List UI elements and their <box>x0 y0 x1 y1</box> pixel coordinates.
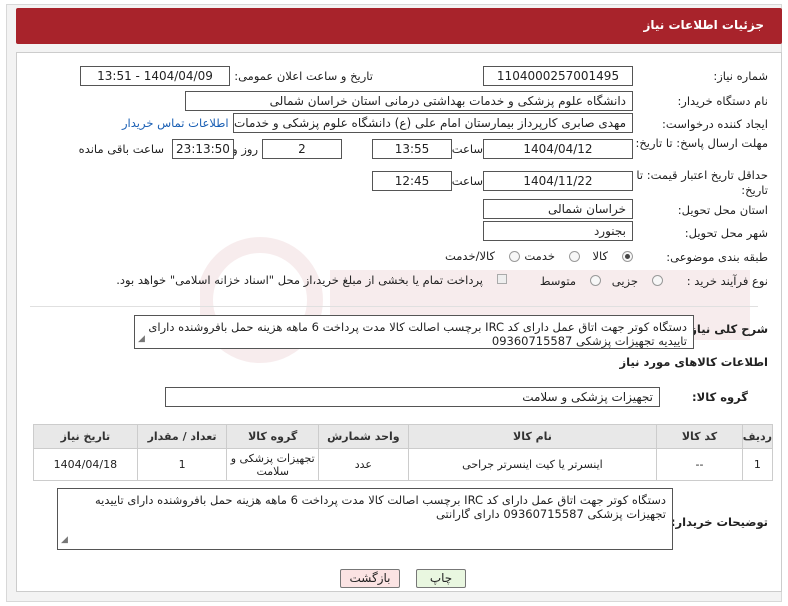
province-field: خراسان شمالی <box>483 199 633 219</box>
page-header: جزئیات اطلاعات نیاز <box>16 8 782 44</box>
requester-label: ایجاد کننده درخواست: <box>662 117 768 131</box>
buyer-org-label: نام دستگاه خریدار: <box>677 94 768 108</box>
description-label: شرح کلی نیاز: <box>685 322 768 336</box>
category-service-label: خدمت <box>524 249 555 263</box>
goods-table: ردیف کد کالا نام کالا واحد شمارش گروه کا… <box>33 424 774 481</box>
cell-name: اینسرتر یا کیت اینسرتر جراحی <box>407 448 658 481</box>
need-number-field: 1104000257001495 <box>483 66 633 86</box>
process-label: نوع فرآیند خرید : <box>686 274 768 288</box>
col-unit: واحد شمارش <box>318 424 409 449</box>
cell-code: -- <box>656 448 743 481</box>
category-both-radio[interactable] <box>509 251 520 262</box>
description-textarea[interactable]: دستگاه کوتر جهت اتاق عمل دارای کد IRC بر… <box>134 315 694 349</box>
price-time-label: ساعت <box>451 174 483 188</box>
col-row: ردیف <box>741 424 774 449</box>
days-remaining-field: 2 <box>262 139 342 159</box>
category-both-label: کالا/خدمت <box>444 249 495 263</box>
col-name: نام کالا <box>407 424 658 449</box>
col-quantity: تعداد / مقدار <box>136 424 228 449</box>
description-text: دستگاه کوتر جهت اتاق عمل دارای کد IRC بر… <box>148 320 687 348</box>
col-group: گروه کالا <box>226 424 319 449</box>
category-service-radio[interactable] <box>569 251 580 262</box>
buyer-notes-text: دستگاه کوتر جهت اتاق عمل دارای کد IRC بر… <box>94 493 666 521</box>
announce-label: تاریخ و ساعت اعلان عمومی: <box>234 69 373 83</box>
category-goods-label: کالا <box>592 249 608 263</box>
divider <box>30 306 758 307</box>
cell-quantity: 1 <box>136 448 228 481</box>
back-button[interactable]: بازگشت <box>340 569 400 588</box>
table-header-row: ردیف کد کالا نام کالا واحد شمارش گروه کا… <box>33 424 774 449</box>
remaining-label: ساعت باقی مانده <box>78 142 164 156</box>
process-medium-radio[interactable] <box>590 275 601 286</box>
buyer-contact-link[interactable]: اطلاعات تماس خریدار <box>122 116 229 130</box>
table-row: 1 -- اینسرتر یا کیت اینسرتر جراحی عدد تج… <box>33 448 774 481</box>
city-label: شهر محل تحویل: <box>684 226 768 240</box>
deadline-date-field: 1404/04/12 <box>483 139 633 159</box>
print-button[interactable]: چاپ <box>416 569 466 588</box>
cell-need-date: 1404/04/18 <box>33 448 138 481</box>
process-minor-radio[interactable] <box>652 275 663 286</box>
resize-grip-icon[interactable]: ◢ <box>138 332 145 346</box>
buyer-org-field: دانشگاه علوم پزشکی و خدمات بهداشتی درمان… <box>185 91 633 111</box>
treasury-payment-checkbox[interactable] <box>497 274 507 284</box>
buyer-notes-label: توضیحات خریدار: <box>670 515 768 529</box>
price-validity-label: حداقل تاریخ اعتبار قیمت: تا تاریخ: <box>636 168 768 197</box>
process-minor-label: جزیی <box>611 274 638 288</box>
price-date-field: 1404/11/22 <box>483 171 633 191</box>
goods-info-title: اطلاعات کالاهای مورد نیاز <box>619 355 768 369</box>
process-medium-label: متوسط <box>539 274 576 288</box>
cell-unit: عدد <box>318 448 409 481</box>
requester-field: مهدی صابری کارپرداز بیمارستان امام علی (… <box>233 113 633 133</box>
goods-group-label: گروه کالا: <box>692 390 748 404</box>
resize-grip-icon[interactable]: ◢ <box>61 533 68 547</box>
category-goods-radio[interactable] <box>622 251 633 262</box>
remaining-time-field: 23:13:50 <box>172 139 234 159</box>
city-field: بجنورد <box>483 221 633 241</box>
goods-group-field: تجهیزات پزشکی و سلامت <box>165 387 660 407</box>
cell-group: تجهیزات پزشکی و سلامت <box>226 448 319 481</box>
buyer-notes-textarea[interactable]: دستگاه کوتر جهت اتاق عمل دارای کد IRC بر… <box>57 488 673 550</box>
col-code: کد کالا <box>656 424 743 449</box>
need-number-label: شماره نیاز: <box>713 69 768 83</box>
deadline-time-field: 13:55 <box>372 139 452 159</box>
category-label: طبقه بندی موضوعی: <box>666 250 768 264</box>
province-label: استان محل تحویل: <box>677 203 768 217</box>
deadline-label: مهلت ارسال پاسخ: تا تاریخ: <box>635 136 768 150</box>
announce-field: 1404/04/09 - 13:51 <box>80 66 230 86</box>
days-label: روز و <box>232 142 258 156</box>
page-title: جزئیات اطلاعات نیاز <box>643 18 764 32</box>
col-need-date: تاریخ نیاز <box>33 424 138 449</box>
deadline-time-label: ساعت <box>451 142 483 156</box>
cell-row: 1 <box>741 448 774 481</box>
price-time-field: 12:45 <box>372 171 452 191</box>
treasury-payment-note: پرداخت تمام یا بخشی از مبلغ خرید،از محل … <box>116 273 483 287</box>
